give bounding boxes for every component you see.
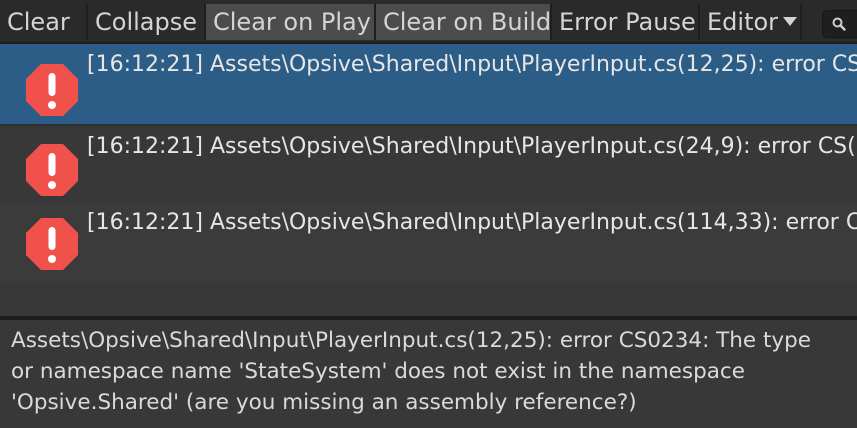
error-octagon-icon — [26, 144, 78, 196]
error-octagon-icon — [26, 64, 78, 116]
error-octagon-icon — [26, 218, 78, 270]
log-entry[interactable]: [16:12:21] Assets\Opsive\Shared\Input\Pl… — [0, 202, 857, 282]
collapse-toggle[interactable]: Collapse — [88, 4, 204, 40]
clear-label: Clear — [7, 8, 70, 36]
clear-on-build-toggle[interactable]: Clear on Build — [376, 4, 550, 40]
clear-button[interactable]: Clear — [0, 4, 86, 40]
clear-on-play-label: Clear on Play — [213, 8, 371, 36]
clear-on-build-label: Clear on Build — [383, 8, 550, 36]
log-entry-text: [16:12:21] Assets\Opsive\Shared\Input\Pl… — [87, 52, 857, 77]
log-entry[interactable]: [16:12:21] Assets\Opsive\Shared\Input\Pl… — [0, 44, 857, 124]
detail-line: Assets\Opsive\Shared\Input\PlayerInput.c… — [11, 328, 812, 353]
caret-down-icon — [783, 17, 798, 26]
log-entry-text: [16:12:21] Assets\Opsive\Shared\Input\Pl… — [87, 134, 856, 159]
log-entry-text: [16:12:21] Assets\Opsive\Shared\Input\Pl… — [87, 210, 857, 235]
collapse-label: Collapse — [95, 8, 197, 36]
search-field[interactable] — [822, 10, 857, 38]
editor-dropdown[interactable]: Editor — [700, 4, 800, 40]
editor-label: Editor — [707, 8, 779, 36]
log-list[interactable]: [16:12:21] Assets\Opsive\Shared\Input\Pl… — [0, 44, 857, 316]
console-toolbar: Clear Collapse Clear on Play Clear on Bu… — [0, 0, 857, 44]
error-pause-label: Error Pause — [559, 8, 696, 36]
clear-on-play-toggle[interactable]: Clear on Play — [206, 4, 374, 40]
search-icon — [832, 17, 846, 31]
error-pause-toggle[interactable]: Error Pause — [552, 4, 698, 40]
detail-line: or namespace name 'StateSystem' does not… — [11, 359, 745, 384]
log-entry[interactable]: [16:12:21] Assets\Opsive\Shared\Input\Pl… — [0, 124, 857, 204]
toolbar-separator — [800, 4, 802, 40]
console-window: Clear Collapse Clear on Play Clear on Bu… — [0, 0, 857, 428]
log-detail-panel: Assets\Opsive\Shared\Input\PlayerInput.c… — [0, 320, 857, 428]
detail-line: 'Opsive.Shared' (are you missing an asse… — [11, 390, 637, 415]
